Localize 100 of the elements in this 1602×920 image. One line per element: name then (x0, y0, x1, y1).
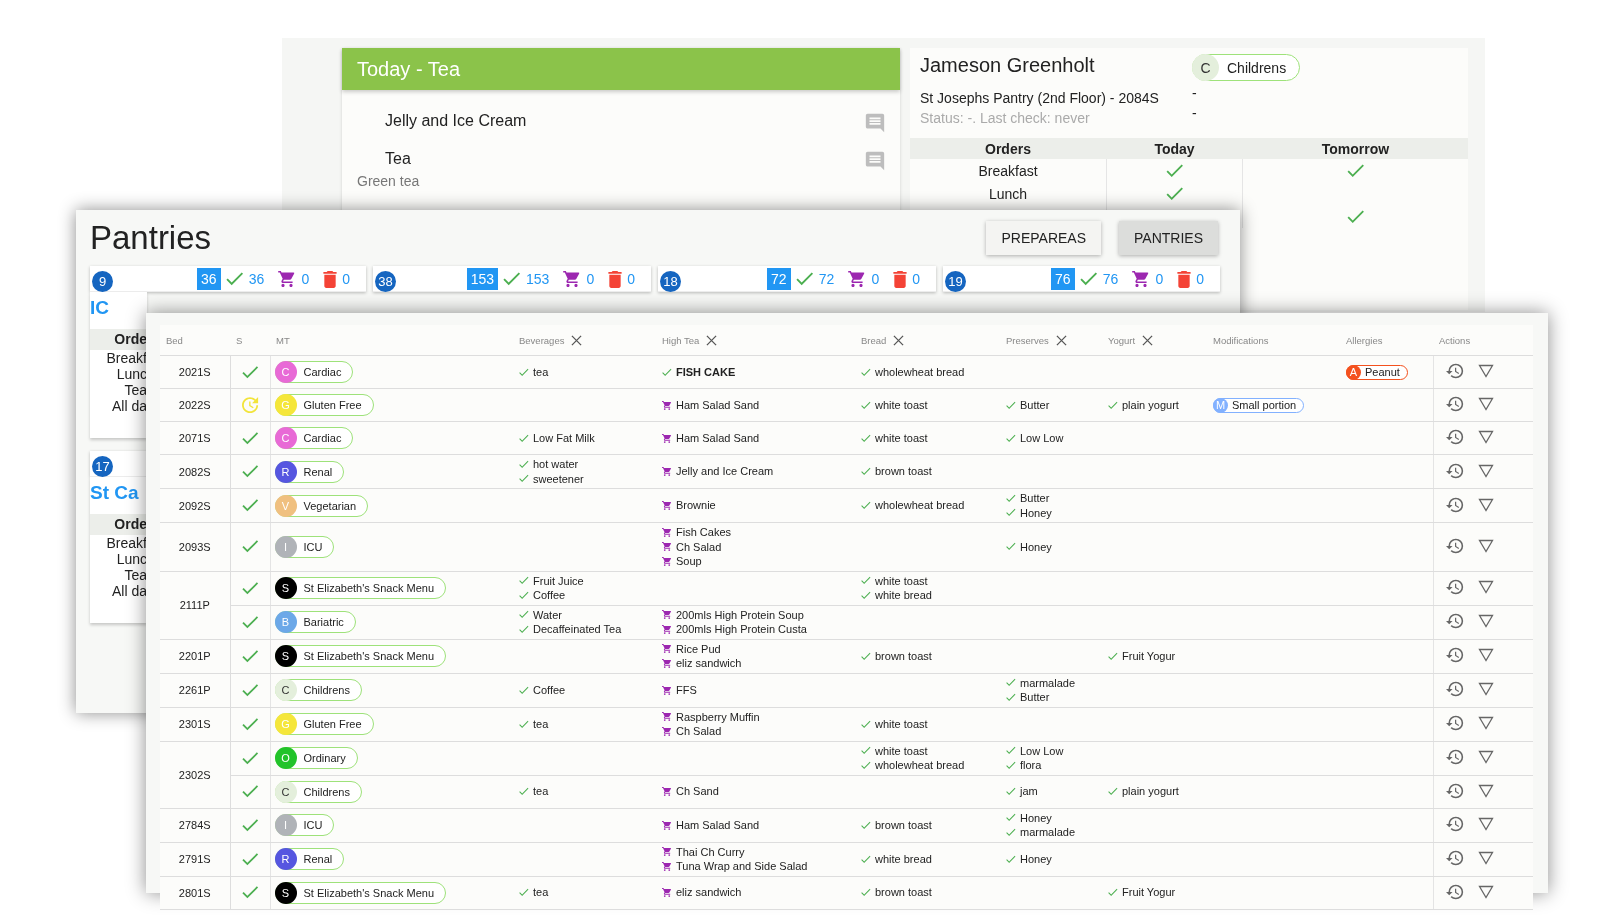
column-header[interactable]: Bread (861, 334, 905, 346)
filter-icon[interactable] (1477, 430, 1494, 444)
pantry-card-header[interactable]: 38 153 153 0 0 (373, 266, 651, 292)
history-icon[interactable] (1445, 883, 1464, 900)
filter-icon[interactable] (1477, 364, 1494, 378)
food-item: jam (1020, 784, 1038, 799)
column-header[interactable]: Actions (1439, 334, 1471, 346)
count-badge: 17 (92, 455, 113, 477)
filter-icon[interactable] (1477, 580, 1494, 594)
filter-icon[interactable] (1477, 851, 1494, 865)
column-header[interactable]: Yogurt (1108, 334, 1154, 346)
close-icon[interactable] (706, 334, 718, 346)
history-icon[interactable] (1445, 579, 1464, 595)
check-icon (662, 367, 672, 377)
pantry-card-header[interactable]: 9 36 36 0 0 (90, 266, 366, 292)
pantry-card-header[interactable]: 17 (90, 451, 147, 477)
filter-icon[interactable] (1477, 538, 1494, 553)
filter-icon[interactable] (1477, 614, 1494, 628)
diet-letter: G (274, 713, 297, 735)
check-icon (1108, 787, 1118, 796)
check-icon (861, 367, 871, 377)
close-icon[interactable] (571, 334, 583, 346)
cart-icon (662, 527, 672, 537)
column-header[interactable]: MT (276, 334, 290, 346)
food-item: wholewheat bread (875, 498, 965, 513)
history-icon[interactable] (1445, 681, 1464, 697)
history-icon[interactable] (1445, 363, 1464, 379)
diet-label: Vegetarian (303, 499, 357, 512)
history-icon[interactable] (1445, 613, 1464, 629)
diet-label: Cardiac (303, 432, 342, 444)
history-icon[interactable] (1445, 396, 1464, 412)
history-icon[interactable] (1445, 429, 1464, 445)
history-icon[interactable] (1445, 715, 1464, 731)
filter-icon[interactable] (1477, 817, 1494, 831)
column-header[interactable]: Beverages (519, 334, 583, 346)
cart-icon (848, 271, 867, 287)
history-icon[interactable] (1445, 496, 1464, 513)
filter-icon[interactable] (1477, 750, 1494, 764)
history-icon[interactable] (1445, 749, 1464, 765)
history-icon[interactable] (1445, 782, 1464, 799)
close-icon[interactable] (893, 334, 905, 346)
pantry-card-header[interactable]: 18 72 72 0 0 (658, 266, 936, 292)
filter-icon[interactable] (1477, 682, 1494, 696)
food-item: plain yogurt (1122, 784, 1179, 799)
trash-count: 0 (1196, 271, 1204, 287)
trash-count: 0 (912, 271, 920, 287)
history-icon[interactable] (1445, 647, 1464, 663)
view-button[interactable]: PANTRIES (1119, 221, 1218, 255)
filter-icon[interactable] (1477, 397, 1494, 411)
diet-label: Cardiac (303, 366, 342, 378)
check-icon (503, 271, 522, 287)
total-count: 76 (1050, 268, 1075, 290)
cart-icon (662, 685, 672, 695)
column-header[interactable]: High Tea (662, 334, 718, 346)
check-icon (1006, 542, 1016, 552)
column-header[interactable]: Preserves (1006, 334, 1067, 346)
cart-icon (662, 542, 672, 552)
history-icon[interactable] (1445, 462, 1464, 479)
done-count: 76 (1102, 271, 1119, 287)
check-icon (1006, 787, 1016, 796)
check-icon (861, 651, 871, 661)
food-item: Rice Pud (676, 641, 721, 656)
filter-icon[interactable] (1477, 497, 1494, 512)
filter-icon[interactable] (1477, 463, 1494, 478)
history-icon[interactable] (1445, 816, 1464, 832)
check-icon (861, 501, 871, 510)
filter-icon[interactable] (1477, 884, 1494, 899)
diet-letter: R (274, 460, 297, 483)
column-header[interactable]: Modifications (1213, 334, 1269, 346)
close-icon[interactable] (1055, 334, 1067, 346)
column-header[interactable]: Bed (166, 334, 183, 346)
count-badge: 19 (945, 270, 966, 292)
cart-count: 0 (301, 271, 310, 287)
cart-icon (662, 861, 672, 871)
menu-item-name: Tea (384, 150, 412, 168)
cart-icon (662, 726, 672, 736)
food-item: FFS (676, 682, 697, 698)
food-item: Fruit Yogur (1122, 885, 1176, 900)
history-icon[interactable] (1445, 537, 1464, 554)
food-item: brown toast (875, 817, 932, 833)
bed-number: 2071S (178, 432, 211, 444)
food-item: white toast (875, 716, 928, 732)
pantry-name: St Ca (90, 481, 140, 505)
pantry-card-header[interactable]: 19 76 76 0 0 (943, 266, 1220, 292)
food-item: Soup (676, 554, 702, 569)
column-header[interactable]: S (236, 334, 243, 346)
filter-icon[interactable] (1477, 716, 1494, 730)
meal-label: Breakf (105, 350, 147, 366)
trash-count: 0 (342, 271, 350, 287)
close-icon[interactable] (1142, 334, 1154, 346)
column-header[interactable]: Allergies (1346, 334, 1383, 346)
cart-icon (662, 467, 672, 476)
filter-icon[interactable] (1477, 783, 1494, 798)
filter-icon[interactable] (1477, 648, 1494, 662)
history-icon[interactable] (1445, 850, 1464, 866)
pantry-name: IC (90, 296, 110, 320)
column-header: Orders (984, 140, 1032, 157)
diet-label: ICU (303, 540, 323, 553)
bed-number: 2301S (178, 718, 211, 730)
view-button[interactable]: PREPAREAS (986, 221, 1101, 255)
